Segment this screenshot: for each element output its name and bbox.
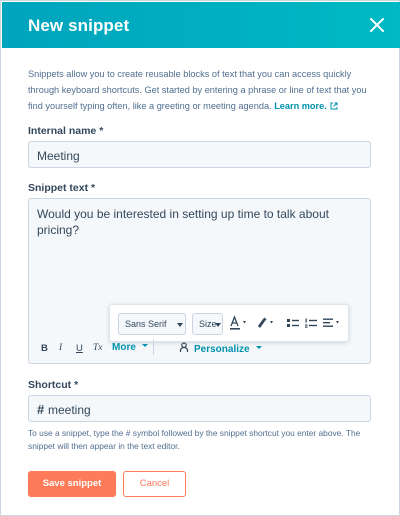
shortcut-input[interactable]: # meeting	[28, 395, 371, 422]
chevron-down-icon	[256, 346, 263, 349]
underline-button[interactable]: U	[76, 343, 83, 354]
bold-button[interactable]: B	[41, 343, 48, 354]
cancel-button[interactable]: Cancel	[123, 471, 186, 497]
numbered-list-button[interactable]	[304, 315, 318, 331]
save-snippet-button[interactable]: Save snippet	[28, 471, 116, 497]
bulleted-list-button[interactable]	[286, 315, 300, 331]
personalize-icon	[179, 342, 189, 352]
shortcut-hint: To use a snippet, type the # symbol foll…	[28, 428, 361, 451]
floating-format-toolbar: Sans Serif Size	[109, 304, 349, 342]
internal-name-value: Meeting	[37, 149, 80, 163]
snippet-text-value: Would you be interested in setting up ti…	[37, 207, 329, 237]
more-button[interactable]: More	[112, 342, 149, 353]
highlight-icon	[258, 317, 273, 328]
dialog-title: New snippet	[28, 16, 130, 35]
font-size-select[interactable]: Size	[192, 313, 223, 335]
external-link-icon	[330, 102, 338, 110]
personalize-button[interactable]: Personalize	[179, 342, 263, 355]
highlight-button[interactable]	[256, 315, 278, 331]
font-family-value: Sans Serif	[125, 319, 167, 329]
font-family-select[interactable]: Sans Serif	[118, 313, 186, 335]
close-icon	[370, 18, 384, 32]
align-button[interactable]	[322, 315, 344, 331]
internal-name-label: Internal name *	[28, 125, 104, 137]
personalize-label: Personalize	[194, 344, 250, 355]
snippet-text-label: Snippet text *	[28, 182, 96, 194]
dialog-header: New snippet	[2, 2, 400, 48]
learn-more-link[interactable]: Learn more.	[274, 101, 338, 111]
text-color-icon	[230, 315, 246, 330]
italic-button[interactable]: I	[59, 343, 62, 353]
shortcut-label: Shortcut *	[28, 379, 79, 391]
shortcut-prefix: #	[37, 402, 45, 417]
chevron-down-icon	[141, 344, 148, 347]
font-size-value: Size	[199, 319, 217, 329]
bulleted-list-icon	[287, 319, 299, 327]
more-label: More	[112, 342, 136, 353]
intro-text: Snippets allow you to create reusable bl…	[28, 66, 374, 114]
chevron-down-icon	[177, 323, 183, 327]
close-button[interactable]	[368, 16, 386, 34]
text-color-button[interactable]	[229, 315, 251, 331]
chevron-down-icon	[215, 323, 221, 327]
toolbar-divider	[153, 339, 154, 355]
clear-format-button[interactable]: Tx	[93, 343, 103, 353]
numbered-list-icon	[305, 318, 317, 328]
learn-more-label: Learn more.	[274, 101, 327, 111]
shortcut-value: meeting	[48, 403, 91, 417]
internal-name-input[interactable]: Meeting	[28, 141, 371, 168]
snippet-dialog: New snippet Snippets allow you to create…	[0, 0, 400, 516]
align-icon	[323, 318, 339, 327]
